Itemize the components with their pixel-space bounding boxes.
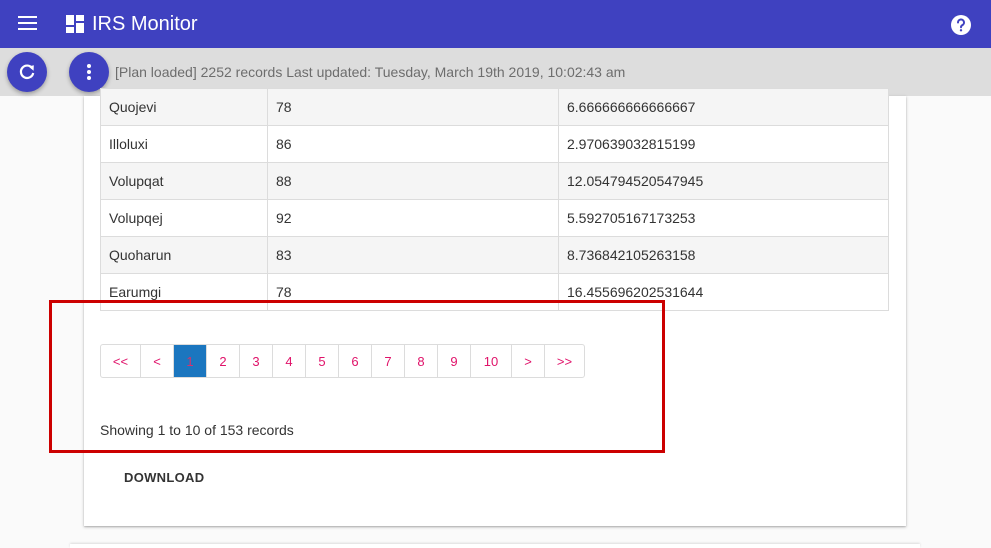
results-card: Quojevi 78 6.666666666666667 Illoluxi 86…	[84, 88, 906, 526]
table-cell-value: 12.054794520547945	[558, 162, 889, 200]
page-8-button[interactable]: 8	[405, 345, 438, 377]
pagination: << < 1 2 3 4 5 6 7 8 9 10 > >>	[100, 344, 585, 378]
table-cell-value: 8.736842105263158	[558, 236, 889, 274]
app-bar: IRS Monitor	[0, 0, 991, 48]
page-5-button[interactable]: 5	[306, 345, 339, 377]
table-cell-value: 6.666666666666667	[558, 88, 889, 126]
more-options-button[interactable]	[69, 52, 109, 92]
table-row: Quojevi 78 6.666666666666667	[100, 88, 889, 126]
table-cell-name: Volupqat	[100, 162, 268, 200]
table-cell-value: 16.455696202531644	[558, 273, 889, 311]
page-6-button[interactable]: 6	[339, 345, 372, 377]
page-1-button[interactable]: 1	[174, 345, 207, 377]
table-cell-name: Volupqej	[100, 199, 268, 237]
menu-icon[interactable]	[18, 16, 38, 32]
table-cell-count: 78	[267, 273, 559, 311]
table-cell-count: 86	[267, 125, 559, 163]
page-4-button[interactable]: 4	[273, 345, 306, 377]
table-cell-name: Illoluxi	[100, 125, 268, 163]
table-cell-name: Quoharun	[100, 236, 268, 274]
table-cell-count: 78	[267, 88, 559, 126]
page-3-button[interactable]: 3	[240, 345, 273, 377]
table-row: Earumgi 78 16.455696202531644	[100, 273, 889, 311]
table-cell-count: 83	[267, 236, 559, 274]
page-10-button[interactable]: 10	[471, 345, 512, 377]
records-summary: Showing 1 to 10 of 153 records	[100, 422, 294, 438]
next-card-edge	[70, 544, 920, 548]
refresh-icon	[19, 64, 35, 80]
page-first-button[interactable]: <<	[101, 345, 141, 377]
page-next-button[interactable]: >	[512, 345, 545, 377]
table-cell-value: 2.970639032815199	[558, 125, 889, 163]
refresh-button[interactable]	[7, 52, 47, 92]
page-7-button[interactable]: 7	[372, 345, 405, 377]
table-cell-name: Earumgi	[100, 273, 268, 311]
table-cell-value: 5.592705167173253	[558, 199, 889, 237]
results-table: Quojevi 78 6.666666666666667 Illoluxi 86…	[100, 88, 889, 311]
status-text: [Plan loaded] 2252 records Last updated:…	[115, 64, 626, 80]
page-last-button[interactable]: >>	[545, 345, 584, 377]
page-prev-button[interactable]: <	[141, 345, 174, 377]
table-row: Volupqej 92 5.592705167173253	[100, 199, 889, 237]
table-row: Illoluxi 86 2.970639032815199	[100, 125, 889, 163]
app-title: IRS Monitor	[92, 13, 198, 35]
dashboard-icon	[66, 15, 84, 33]
table-cell-count: 88	[267, 162, 559, 200]
more-vert-icon	[87, 64, 91, 80]
table-row: Volupqat 88 12.054794520547945	[100, 162, 889, 200]
table-cell-name: Quojevi	[100, 88, 268, 126]
table-cell-count: 92	[267, 199, 559, 237]
download-button[interactable]: DOWNLOAD	[124, 470, 204, 485]
page-9-button[interactable]: 9	[438, 345, 471, 377]
table-row: Quoharun 83 8.736842105263158	[100, 236, 889, 274]
help-icon[interactable]	[950, 14, 972, 36]
page-2-button[interactable]: 2	[207, 345, 240, 377]
